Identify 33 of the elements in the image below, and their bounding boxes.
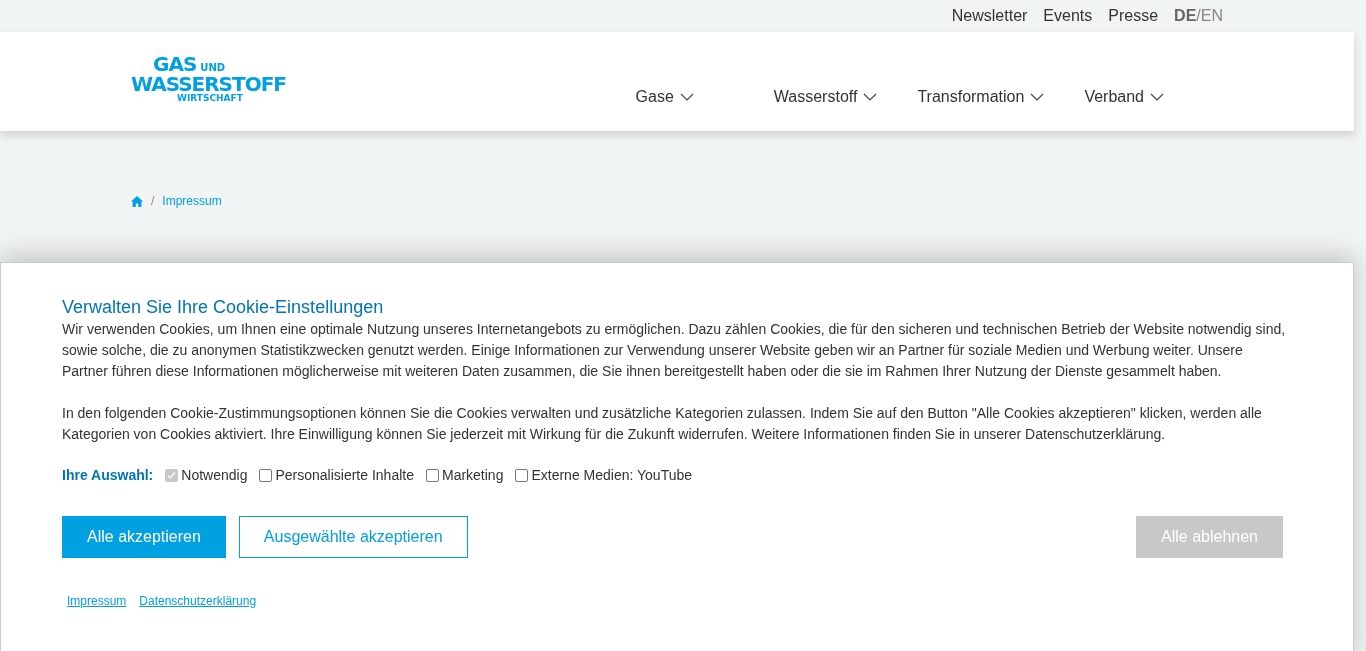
footer-link[interactable]: Datenschutzerklärung bbox=[139, 592, 257, 610]
home-icon[interactable] bbox=[131, 195, 143, 207]
nav-menu-item[interactable]: Wasserstoff bbox=[773, 85, 878, 109]
chevron-down-icon bbox=[679, 93, 694, 101]
checkbox-label: Marketing bbox=[441, 466, 504, 485]
cookie-button[interactable]: Ausgewählte akzeptieren bbox=[238, 516, 468, 558]
language-link[interactable]: EN bbox=[1200, 4, 1223, 28]
language-link[interactable]: DE bbox=[1174, 4, 1197, 28]
language-separator: / bbox=[1196, 6, 1201, 26]
top-link[interactable]: Newsletter bbox=[951, 4, 1028, 28]
chevron-down-icon bbox=[1030, 93, 1045, 101]
chevron-down-icon bbox=[863, 93, 878, 101]
checkbox[interactable] bbox=[425, 469, 439, 482]
cookie-button[interactable]: Alle akzeptieren bbox=[62, 516, 226, 558]
breadcrumb-link[interactable]: Impressum bbox=[162, 192, 222, 210]
cookie-text: Wir verwenden Cookies, um Ihnen eine optimale Nutzung unseres Internetangebots zu ermöglichen. Dazu zählen Cookies, die für den sicheren und technischen Betrieb der Website notwendig sind, sowie solche, die zu anonymen Statistikzwecken genutzt werden. Einige Informationen zur Verwendung unserer Website geben wir an Partner für soziale Medien und Werbung weiter. Unsere Partner führen diese Informationen möglicherweise mit weiteren Daten zusammen, die Sie ihnen bereitgestellt haben oder die sie im Rahmen Ihrer Nutzung der Dienste gesammelt haben. bbox=[62, 320, 1287, 381]
checkbox[interactable] bbox=[515, 469, 529, 482]
nav-menu-item[interactable]: Gase bbox=[635, 85, 694, 109]
checkbox[interactable] bbox=[259, 469, 273, 482]
nav-menu-item[interactable]: Transformation bbox=[917, 85, 1045, 109]
cookie-text: In den folgenden Cookie-Zustimmungsoptionen können Sie die Cookies verwalten und zusätzliche Kategorien zulassen. Indem Sie auf den Button "Alle Cookies akzeptieren" klicken, werden alle Kategorien von Cookies aktiviert. Ihre Einwilligung können Sie jederzeit mit Wirkung für die Zukunft widerrufen. Weitere Informationen finden Sie in unserer Datenschutzerklärung. bbox=[62, 404, 1263, 444]
footer-link[interactable]: Impressum bbox=[67, 592, 127, 610]
top-link[interactable]: Presse bbox=[1108, 4, 1159, 28]
cookie-title: Verwalten Sie Ihre Cookie-Einstellungen bbox=[62, 296, 385, 319]
chevron-down-icon bbox=[1150, 93, 1164, 101]
choice-label: Ihre Auswahl: bbox=[62, 466, 154, 485]
checkbox-label: Notwendig bbox=[181, 466, 248, 485]
checkbox-label: Externe Medien: YouTube bbox=[531, 466, 693, 485]
top-link[interactable]: Events bbox=[1043, 4, 1093, 28]
breadcrumb-separator: / bbox=[151, 193, 155, 210]
checkbox-label: Personalisierte Inhalte bbox=[275, 466, 414, 485]
logo[interactable]: GAS UND WASSERSTOFF WIRTSCHAFT bbox=[131, 32, 286, 103]
nav-menu-item[interactable]: Verband bbox=[1084, 85, 1164, 109]
